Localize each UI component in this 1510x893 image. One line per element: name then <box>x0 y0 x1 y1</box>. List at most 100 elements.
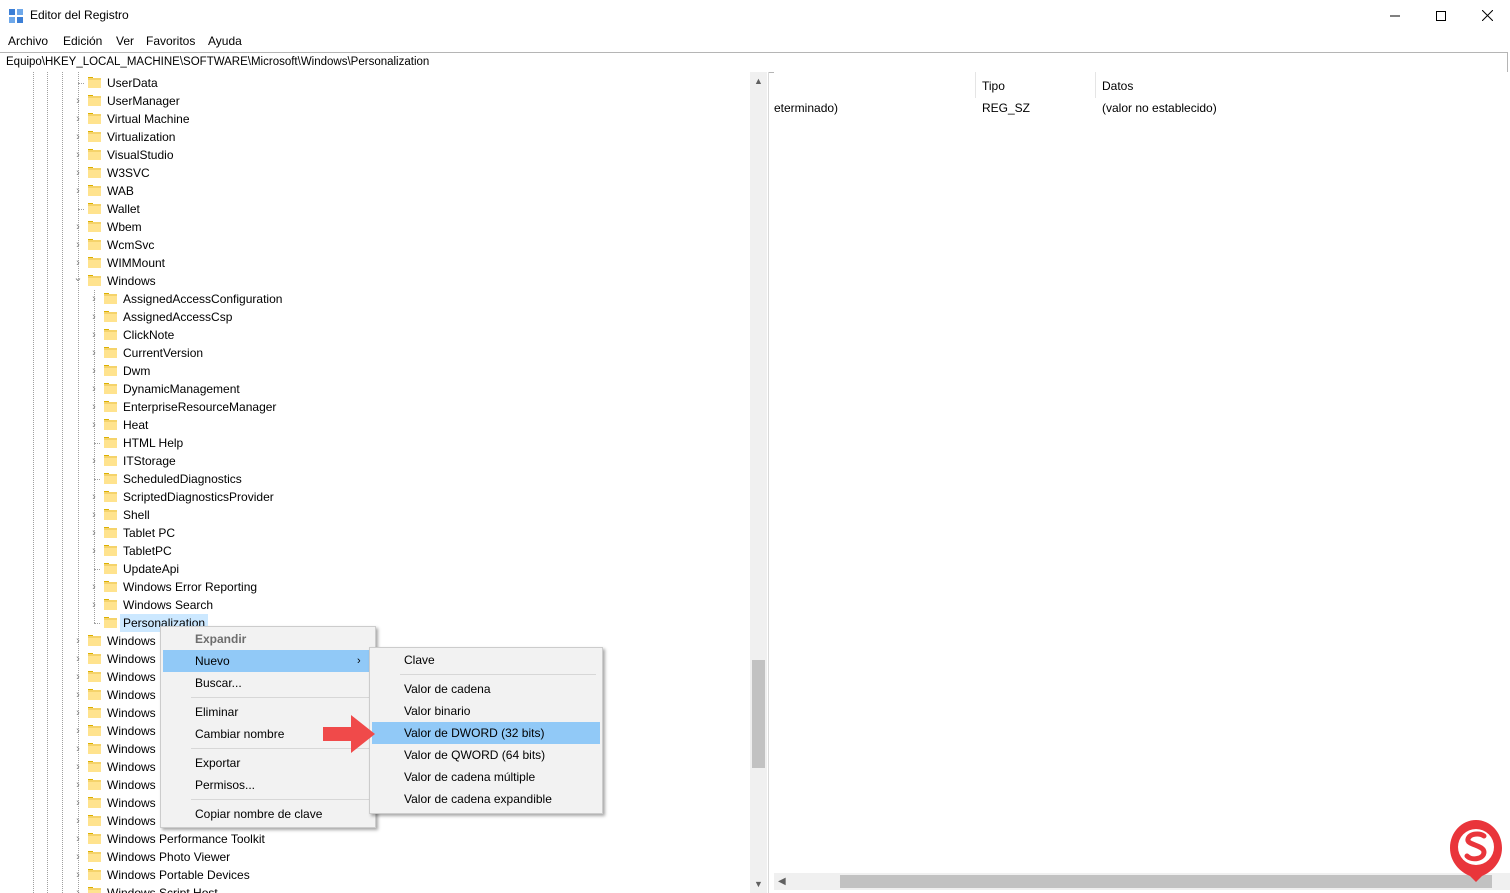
chevron-right-icon[interactable]: › <box>73 884 83 893</box>
tree-item[interactable]: › Windows Search <box>0 596 750 614</box>
tree-item[interactable]: ⌄ Windows <box>0 272 750 290</box>
menu-edicion[interactable]: Edición <box>63 34 102 48</box>
submenu-item-valor-cadena[interactable]: Valor de cadena <box>372 678 600 700</box>
tree-item[interactable]: › Windows Script Host <box>0 884 750 893</box>
tree-item[interactable]: › DynamicManagement <box>0 380 750 398</box>
tree-item[interactable]: › Virtual Machine <box>0 110 750 128</box>
submenu-item-valor-multiple[interactable]: Valor de cadena múltiple <box>372 766 600 788</box>
submenu-item-clave[interactable]: Clave <box>372 649 600 671</box>
chevron-right-icon[interactable]: › <box>73 650 83 668</box>
tree-item[interactable]: UpdateApi <box>0 560 750 578</box>
chevron-right-icon[interactable]: › <box>73 164 83 182</box>
chevron-right-icon[interactable]: › <box>73 92 83 110</box>
tree-item[interactable]: › ITStorage <box>0 452 750 470</box>
chevron-right-icon[interactable]: › <box>73 218 83 236</box>
chevron-right-icon[interactable]: › <box>73 776 83 794</box>
chevron-right-icon[interactable]: › <box>73 866 83 884</box>
chevron-right-icon[interactable]: › <box>89 416 99 434</box>
tree-item[interactable]: › W3SVC <box>0 164 750 182</box>
chevron-right-icon[interactable]: › <box>89 380 99 398</box>
tree-item[interactable]: UserData <box>0 74 750 92</box>
column-data-header[interactable]: Datos <box>1102 79 1133 93</box>
submenu-item-valor-dword[interactable]: Valor de DWORD (32 bits) <box>372 722 600 744</box>
menu-item-buscar[interactable]: Buscar... <box>163 672 373 694</box>
menu-item-exportar[interactable]: Exportar <box>163 752 373 774</box>
submenu-item-valor-qword[interactable]: Valor de QWORD (64 bits) <box>372 744 600 766</box>
chevron-right-icon[interactable]: › <box>89 506 99 524</box>
menu-item-expandir[interactable]: Expandir <box>163 628 373 650</box>
tree-item[interactable]: › Windows Portable Devices <box>0 866 750 884</box>
tree-item[interactable]: › VisualStudio <box>0 146 750 164</box>
tree-item[interactable]: › Tablet PC <box>0 524 750 542</box>
tree-item[interactable]: › WIMMount <box>0 254 750 272</box>
tree-item[interactable]: › Windows Error Reporting <box>0 578 750 596</box>
values-pane[interactable]: Tipo Datos eterminado) REG_SZ (valor no … <box>774 72 1510 893</box>
chevron-right-icon[interactable]: › <box>89 578 99 596</box>
hscroll-thumb[interactable] <box>840 875 1492 888</box>
menu-favoritos[interactable]: Favoritos <box>146 34 195 48</box>
tree-item[interactable]: › AssignedAccessCsp <box>0 308 750 326</box>
maximize-button[interactable] <box>1418 0 1464 31</box>
tree-item[interactable]: › Windows Performance Toolkit <box>0 830 750 848</box>
close-button[interactable] <box>1464 0 1510 31</box>
chevron-right-icon[interactable]: › <box>89 344 99 362</box>
chevron-right-icon[interactable]: › <box>73 740 83 758</box>
tree-item[interactable]: › UserManager <box>0 92 750 110</box>
tree-item[interactable]: › Shell <box>0 506 750 524</box>
tree-item[interactable]: › TabletPC <box>0 542 750 560</box>
values-horizontal-scrollbar[interactable]: ◀ <box>774 873 1510 890</box>
tree-item[interactable]: › Dwm <box>0 362 750 380</box>
chevron-right-icon[interactable]: › <box>89 308 99 326</box>
chevron-right-icon[interactable]: › <box>73 722 83 740</box>
submenu-item-valor-expandible[interactable]: Valor de cadena expandible <box>372 788 600 810</box>
tree-item[interactable]: › Windows Photo Viewer <box>0 848 750 866</box>
chevron-right-icon[interactable]: › <box>89 488 99 506</box>
tree-item[interactable]: › Virtualization <box>0 128 750 146</box>
tree-item[interactable]: › Heat <box>0 416 750 434</box>
menu-archivo[interactable]: Archivo <box>8 34 48 48</box>
tree-item[interactable]: › AssignedAccessConfiguration <box>0 290 750 308</box>
scroll-up-icon[interactable]: ▲ <box>750 72 767 89</box>
chevron-right-icon[interactable]: › <box>73 632 83 650</box>
scroll-thumb[interactable] <box>752 660 765 768</box>
chevron-right-icon[interactable]: › <box>89 326 99 344</box>
chevron-right-icon[interactable]: › <box>73 830 83 848</box>
chevron-right-icon[interactable]: › <box>89 290 99 308</box>
menu-ver[interactable]: Ver <box>116 34 134 48</box>
column-type-header[interactable]: Tipo <box>982 79 1005 93</box>
address-bar[interactable]: Equipo\HKEY_LOCAL_MACHINE\SOFTWARE\Micro… <box>0 52 1508 73</box>
chevron-right-icon[interactable]: › <box>73 704 83 722</box>
chevron-right-icon[interactable]: › <box>73 254 83 272</box>
chevron-down-icon[interactable]: ⌄ <box>73 272 83 290</box>
tree-item[interactable]: ScheduledDiagnostics <box>0 470 750 488</box>
chevron-right-icon[interactable]: › <box>73 686 83 704</box>
chevron-right-icon[interactable]: › <box>73 758 83 776</box>
tree-vertical-scrollbar[interactable]: ▲ ▼ <box>750 72 767 893</box>
chevron-right-icon[interactable]: › <box>89 362 99 380</box>
menu-item-permisos[interactable]: Permisos... <box>163 774 373 796</box>
tree-item[interactable]: › EnterpriseResourceManager <box>0 398 750 416</box>
tree-item[interactable]: › CurrentVersion <box>0 344 750 362</box>
chevron-right-icon[interactable]: › <box>89 524 99 542</box>
tree-item[interactable]: Wallet <box>0 200 750 218</box>
chevron-right-icon[interactable]: › <box>73 668 83 686</box>
chevron-right-icon[interactable]: › <box>73 236 83 254</box>
tree-item[interactable]: › Wbem <box>0 218 750 236</box>
tree-item[interactable]: HTML Help <box>0 434 750 452</box>
submenu-item-valor-binario[interactable]: Valor binario <box>372 700 600 722</box>
menu-ayuda[interactable]: Ayuda <box>208 34 242 48</box>
menu-item-copiar-nombre[interactable]: Copiar nombre de clave <box>163 803 373 825</box>
chevron-right-icon[interactable]: › <box>89 452 99 470</box>
chevron-right-icon[interactable]: › <box>73 110 83 128</box>
tree-item[interactable]: › ClickNote <box>0 326 750 344</box>
scroll-left-icon[interactable]: ◀ <box>778 873 786 890</box>
tree-item[interactable]: › WAB <box>0 182 750 200</box>
tree-item[interactable]: › WcmSvc <box>0 236 750 254</box>
chevron-right-icon[interactable]: › <box>73 182 83 200</box>
chevron-right-icon[interactable]: › <box>89 398 99 416</box>
tree-item[interactable]: › ScriptedDiagnosticsProvider <box>0 488 750 506</box>
chevron-right-icon[interactable]: › <box>73 812 83 830</box>
chevron-right-icon[interactable]: › <box>89 596 99 614</box>
menu-item-nuevo[interactable]: Nuevo › <box>163 650 373 672</box>
chevron-right-icon[interactable]: › <box>73 794 83 812</box>
